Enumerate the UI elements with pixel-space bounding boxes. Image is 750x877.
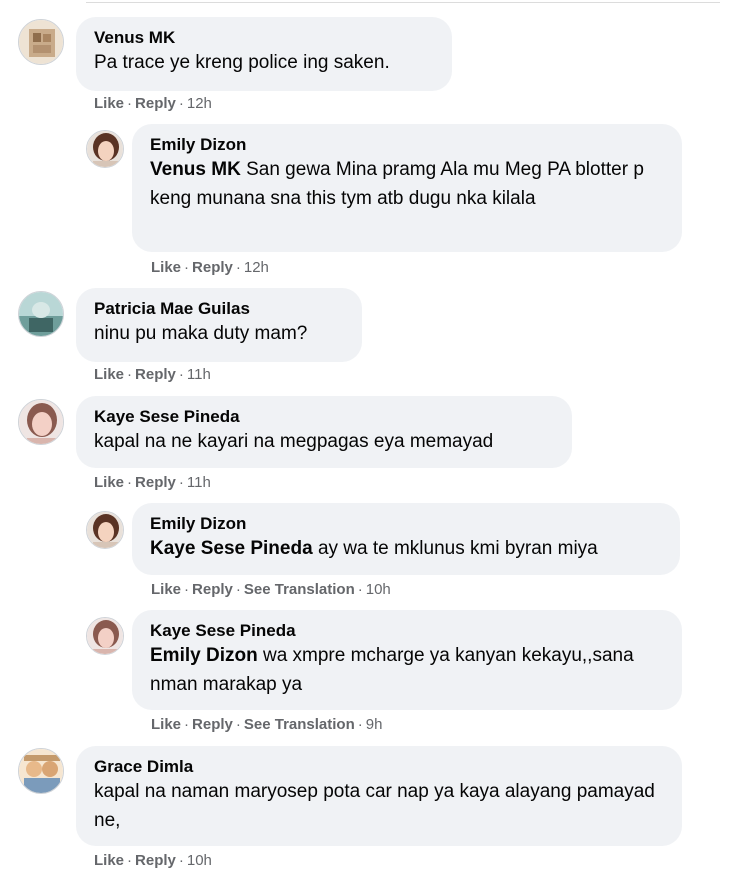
comment-bubble: Emily Dizon Venus MK San gewa Mina pramg…	[132, 124, 682, 252]
like-button[interactable]: Like	[94, 852, 124, 869]
avatar-image-icon	[87, 512, 123, 548]
comment-text: kapal na naman maryosep pota car nap ya …	[94, 781, 655, 831]
comment-bubble: Emily Dizon Kaye Sese Pineda ay wa te mk…	[132, 503, 680, 575]
comment-author[interactable]: Patricia Mae Guilas	[94, 298, 346, 319]
comment-actions: Like · Reply · 11h	[94, 474, 211, 491]
comment-actions: Like · Reply · 12h	[151, 259, 269, 276]
comment-author[interactable]: Venus MK	[94, 27, 436, 48]
comment-bubble: Patricia Mae Guilas ninu pu maka duty ma…	[76, 288, 362, 362]
avatar[interactable]	[18, 748, 64, 794]
like-button[interactable]: Like	[94, 95, 124, 112]
see-translation-button[interactable]: See Translation	[244, 716, 355, 733]
comment-actions: Like · Reply · See Translation · 10h	[151, 581, 391, 598]
avatar-image-icon	[19, 749, 63, 793]
comment-author[interactable]: Emily Dizon	[150, 134, 666, 155]
comment-actions: Like · Reply · 11h	[94, 366, 211, 383]
timestamp[interactable]: 11h	[187, 474, 211, 491]
comment-text: ninu pu maka duty mam?	[94, 323, 308, 344]
avatar-image-icon	[87, 131, 123, 167]
reply-button[interactable]: Reply	[135, 852, 176, 869]
reply-button[interactable]: Reply	[192, 259, 233, 276]
comment-actions: Like · Reply · 12h	[94, 95, 212, 112]
reply-button[interactable]: Reply	[135, 366, 176, 383]
timestamp[interactable]: 12h	[187, 95, 212, 112]
comment-author[interactable]: Kaye Sese Pineda	[150, 620, 666, 641]
like-button[interactable]: Like	[151, 259, 181, 276]
mention-link[interactable]: Emily Dizon	[150, 645, 258, 666]
avatar[interactable]	[86, 130, 124, 168]
comment-author[interactable]: Emily Dizon	[150, 513, 664, 534]
avatar[interactable]	[86, 617, 124, 655]
timestamp[interactable]: 10h	[187, 852, 212, 869]
comment-bubble: Grace Dimla kapal na naman maryosep pota…	[76, 746, 682, 846]
mention-link[interactable]: Venus MK	[150, 159, 241, 180]
mention-link[interactable]: Kaye Sese Pineda	[150, 538, 313, 559]
like-button[interactable]: Like	[151, 716, 181, 733]
avatar-image-icon	[87, 618, 123, 654]
comment-text: Pa trace ye kreng police ing saken.	[94, 52, 390, 73]
reply-button[interactable]: Reply	[192, 716, 233, 733]
avatar-image-icon	[19, 400, 63, 444]
reply-button[interactable]: Reply	[135, 95, 176, 112]
comment-author[interactable]: Kaye Sese Pineda	[94, 406, 556, 427]
comment-bubble: Kaye Sese Pineda Emily Dizon wa xmpre mc…	[132, 610, 682, 710]
timestamp[interactable]: 11h	[187, 366, 211, 383]
comment-bubble: Kaye Sese Pineda kapal na ne kayari na m…	[76, 396, 572, 468]
comment-actions: Like · Reply · 10h	[94, 852, 212, 869]
like-button[interactable]: Like	[151, 581, 181, 598]
avatar-image-icon	[19, 20, 63, 64]
avatar[interactable]	[86, 511, 124, 549]
comment-text: kapal na ne kayari na megpagas eya memay…	[94, 431, 494, 452]
avatar-image-icon	[19, 292, 63, 336]
avatar[interactable]	[18, 399, 64, 445]
timestamp[interactable]: 9h	[366, 716, 383, 733]
timestamp[interactable]: 12h	[244, 259, 269, 276]
comment-text: ay wa te mklunus kmi byran miya	[317, 538, 598, 559]
see-translation-button[interactable]: See Translation	[244, 581, 355, 598]
avatar[interactable]	[18, 291, 64, 337]
divider-line	[86, 2, 720, 3]
reply-button[interactable]: Reply	[192, 581, 233, 598]
timestamp[interactable]: 10h	[366, 581, 391, 598]
avatar[interactable]	[18, 19, 64, 65]
comment-actions: Like · Reply · See Translation · 9h	[151, 716, 383, 733]
like-button[interactable]: Like	[94, 474, 124, 491]
like-button[interactable]: Like	[94, 366, 124, 383]
comment-author[interactable]: Grace Dimla	[94, 756, 666, 777]
reply-button[interactable]: Reply	[135, 474, 176, 491]
comment-bubble: Venus MK Pa trace ye kreng police ing sa…	[76, 17, 452, 91]
